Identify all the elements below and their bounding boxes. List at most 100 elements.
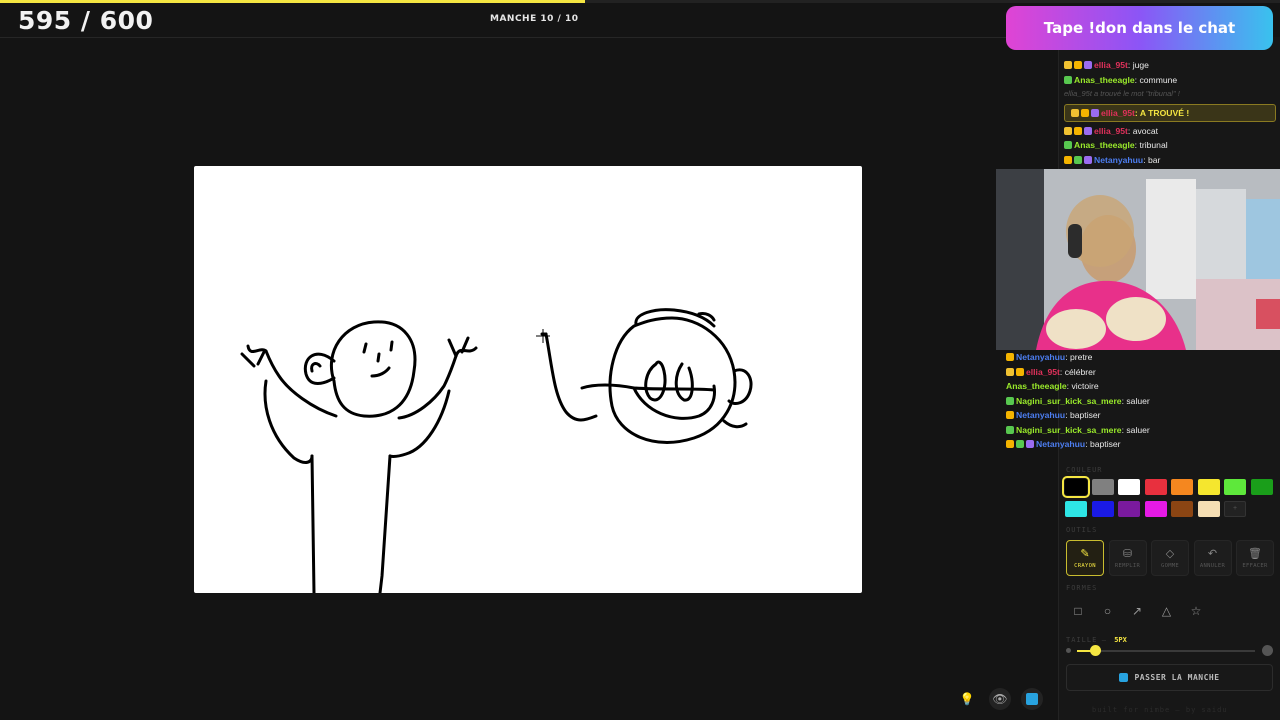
- color-swatch[interactable]: [1197, 479, 1220, 495]
- color-swatch[interactable]: [1144, 501, 1167, 517]
- gold-badge-icon: [1016, 367, 1024, 376]
- chat-message-text: tribunal: [1139, 140, 1168, 150]
- color-swatch[interactable]: [1197, 501, 1220, 517]
- triangle-icon[interactable]: △: [1155, 600, 1179, 622]
- round-indicator: MANCHE 10 / 10: [490, 14, 579, 24]
- green-badge-icon: [1006, 425, 1014, 434]
- ellipse-icon[interactable]: ○: [1096, 600, 1120, 622]
- pencil-icon: ✎: [1080, 547, 1090, 560]
- undo-icon: ↶: [1207, 547, 1218, 560]
- chat-username[interactable]: ellia_95t: [1101, 108, 1135, 118]
- chat-username[interactable]: Anas_theeagle: [1074, 140, 1135, 150]
- chat-message: Anas_theeagle: commune: [1064, 73, 1276, 88]
- green-badge-icon: [1006, 396, 1014, 405]
- custom-color-button[interactable]: +: [1224, 501, 1246, 517]
- size-section-label: TAILLE: [1066, 636, 1098, 644]
- color-swatch[interactable]: [1091, 501, 1114, 517]
- chat-message: Anas_theeagle: tribunal: [1064, 138, 1276, 153]
- color-swatch[interactable]: [1171, 479, 1193, 495]
- chat-message-text: A TROUVÉ !: [1139, 107, 1190, 118]
- tool-annuler-button[interactable]: ↶ ANNULER: [1193, 540, 1232, 576]
- chat-message: Nagini_sur_kick_sa_mere: saluer: [1006, 394, 1276, 409]
- stream-icon[interactable]: [1021, 688, 1043, 710]
- color-swatch[interactable]: [1118, 479, 1140, 495]
- size-min-dot: [1066, 648, 1071, 653]
- tool-crayon-button[interactable]: ✎ CRAYON: [1066, 540, 1104, 576]
- crown-badge-icon: [1006, 367, 1014, 376]
- eye-icon[interactable]: 👁: [989, 688, 1011, 710]
- chat-feed-overlay: Netanyahuu: pretre ellia_95t: célébrer Ana…: [1006, 350, 1276, 452]
- purple-badge-icon: [1084, 61, 1092, 69]
- chat-message-text: saluer: [1126, 424, 1150, 435]
- chat-message-text: baptiser: [1089, 439, 1121, 449]
- chat-username[interactable]: Anas_theeagle: [1074, 75, 1135, 85]
- lightbulb-icon[interactable]: 💡: [956, 688, 978, 710]
- drawing-game-app: 595 / 600 MANCHE 10 / 10 💡 👁 Tape !don d…: [0, 0, 1280, 720]
- tool-label: EFFACER: [1242, 562, 1268, 569]
- color-swatch[interactable]: [1062, 476, 1090, 498]
- chat-system-message: ellia_95t a trouvé le mot "tribunal" !: [1064, 87, 1276, 102]
- color-swatch[interactable]: [1224, 479, 1246, 495]
- color-swatch[interactable]: [1144, 479, 1167, 495]
- chat-system-text: ellia_95t a trouvé le mot "tribunal" !: [1064, 89, 1180, 98]
- color-swatch[interactable]: [1065, 501, 1087, 517]
- size-value: 5PX: [1114, 636, 1127, 644]
- purple-badge-icon: [1084, 155, 1092, 164]
- green-badge-icon: [1016, 440, 1024, 448]
- rectangle-icon[interactable]: □: [1066, 600, 1090, 622]
- tool-effacer-button[interactable]: 🗑 EFFACER: [1236, 540, 1274, 576]
- tool-label: REMPLIR: [1114, 562, 1141, 569]
- size-slider-thumb[interactable]: [1089, 645, 1101, 656]
- gold-badge-icon: [1074, 126, 1082, 135]
- crown-badge-icon: [1071, 108, 1079, 117]
- tool-remplir-button[interactable]: ⛁ REMPLIR: [1108, 540, 1147, 576]
- chat-message: ellia_95t: juge: [1064, 58, 1276, 73]
- chat-username[interactable]: Nagini_sur_kick_sa_mere: [1016, 425, 1122, 435]
- tools-section-label: OUTILS: [1066, 526, 1098, 534]
- trash-icon: 🗑: [1248, 547, 1262, 560]
- score-counter: 595 / 600: [18, 6, 154, 35]
- green-badge-icon: [1074, 155, 1082, 164]
- arrow-icon[interactable]: ↗: [1125, 600, 1149, 622]
- skip-round-button[interactable]: PASSER LA MANCHE: [1066, 664, 1273, 691]
- chat-username[interactable]: Netanyahuu: [1094, 155, 1143, 165]
- donation-banner: Tape !don dans le chat: [1006, 6, 1273, 50]
- chat-message: Anas_theeagle: victoire: [1006, 381, 1099, 391]
- chat-message: Nagini_sur_kick_sa_mere: saluer: [1006, 423, 1276, 438]
- drawing-canvas[interactable]: [194, 166, 862, 593]
- round-progress-fill: [0, 0, 585, 3]
- eraser-icon: ◇: [1165, 547, 1175, 560]
- color-swatch[interactable]: [1118, 501, 1140, 517]
- tool-gomme-button[interactable]: ◇ GOMME: [1151, 540, 1189, 576]
- gold-badge-icon: [1081, 108, 1089, 117]
- chat-found-message: ellia_95t: A TROUVÉ !: [1064, 103, 1276, 122]
- chat-username[interactable]: Netanyahuu: [1036, 439, 1085, 449]
- chat-username[interactable]: Netanyahuu: [1016, 352, 1065, 362]
- chat-username[interactable]: Nagini_sur_kick_sa_mere: [1016, 396, 1122, 406]
- chat-message: Netanyahuu: pretre: [1006, 350, 1276, 365]
- chat-message-text: saluer: [1126, 395, 1150, 406]
- chat-username[interactable]: ellia_95t: [1094, 60, 1128, 70]
- chat-username[interactable]: ellia_95t: [1026, 367, 1060, 377]
- chat-username[interactable]: ellia_95t: [1094, 126, 1128, 136]
- skip-icon: [1119, 673, 1129, 682]
- crown-badge-icon: [1064, 126, 1072, 135]
- color-swatch[interactable]: [1171, 501, 1193, 517]
- color-swatch[interactable]: [1091, 479, 1114, 495]
- chat-message-text: baptiser: [1069, 410, 1101, 420]
- purple-badge-icon: [1084, 126, 1092, 135]
- star-icon[interactable]: ☆: [1184, 600, 1208, 622]
- tool-label: ANNULER: [1199, 562, 1226, 569]
- color-swatch[interactable]: [1250, 479, 1273, 495]
- chat-username[interactable]: Netanyahuu: [1016, 410, 1065, 420]
- purple-badge-icon: [1026, 440, 1034, 448]
- chat-message-text: bar: [1147, 154, 1161, 165]
- size-slider[interactable]: [1077, 645, 1255, 656]
- webcam-overlay: [996, 169, 1280, 350]
- chat-message: ellia_95t: célébrer: [1006, 365, 1276, 380]
- skip-round-label: PASSER LA MANCHE: [1134, 673, 1220, 682]
- chat-message: Netanyahuu: baptiser: [1006, 437, 1276, 452]
- chat-username[interactable]: Anas_theeagle: [1006, 381, 1067, 391]
- chat-feed: ellia_95t: juge Anas_theeagle: commune ell…: [1064, 58, 1276, 167]
- gold-badge-icon: [1064, 155, 1072, 164]
